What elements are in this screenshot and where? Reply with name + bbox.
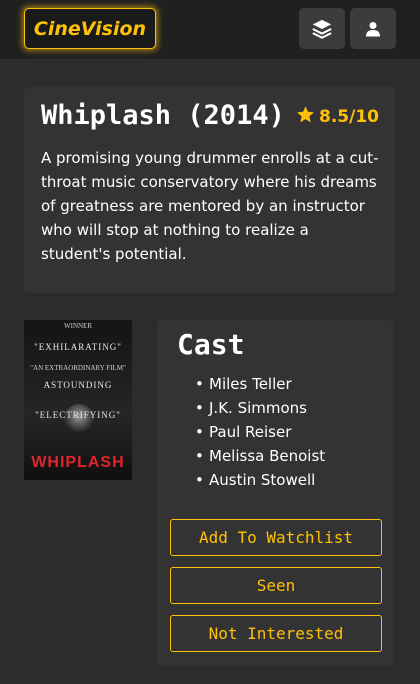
star-icon bbox=[296, 105, 315, 129]
navbar: CineVision bbox=[0, 0, 420, 59]
poster-winner: WINNER bbox=[64, 322, 92, 330]
cast-member: Melissa Benoist bbox=[195, 444, 325, 468]
cast-member: Austin Stowell bbox=[195, 468, 325, 492]
cast-member: Paul Reiser bbox=[195, 420, 325, 444]
add-to-watchlist-button[interactable]: Add To Watchlist bbox=[170, 519, 382, 556]
rating: 8.5/10 bbox=[296, 105, 379, 129]
movie-info-card: Whiplash (2014) 8.5/10 A promising young… bbox=[24, 87, 395, 293]
user-button[interactable] bbox=[350, 8, 396, 49]
poster-extraordinary: "AN EXTRAORDINARY FILM" bbox=[30, 364, 126, 372]
user-icon bbox=[365, 21, 381, 37]
layers-icon bbox=[311, 18, 333, 40]
seen-button[interactable]: Seen bbox=[170, 567, 382, 604]
cast-heading: Cast bbox=[177, 328, 245, 361]
cast-member: Miles Teller bbox=[195, 372, 325, 396]
movie-synopsis: A promising young drummer enrolls at a c… bbox=[41, 149, 379, 263]
not-interested-button[interactable]: Not Interested bbox=[170, 615, 382, 652]
cast-member: J.K. Simmons bbox=[195, 396, 325, 420]
poster-exhilarating: "EXHILARATING" bbox=[34, 342, 122, 352]
movie-title: Whiplash (2014) bbox=[41, 100, 285, 131]
cast-card: Cast Miles Teller J.K. Simmons Paul Reis… bbox=[157, 320, 394, 666]
brand-logo[interactable]: CineVision bbox=[24, 8, 156, 49]
poster-electrifying: "ELECTRIFYING" bbox=[35, 410, 121, 420]
cast-list: Miles Teller J.K. Simmons Paul Reiser Me… bbox=[195, 372, 325, 492]
layers-button[interactable] bbox=[299, 8, 345, 49]
poster-title: WHIPLASH bbox=[31, 454, 125, 471]
rating-value: 8.5/10 bbox=[319, 107, 379, 127]
movie-poster[interactable]: WINNER "EXHILARATING" "AN EXTRAORDINARY … bbox=[24, 320, 132, 480]
poster-astounding: ASTOUNDING bbox=[43, 380, 113, 390]
